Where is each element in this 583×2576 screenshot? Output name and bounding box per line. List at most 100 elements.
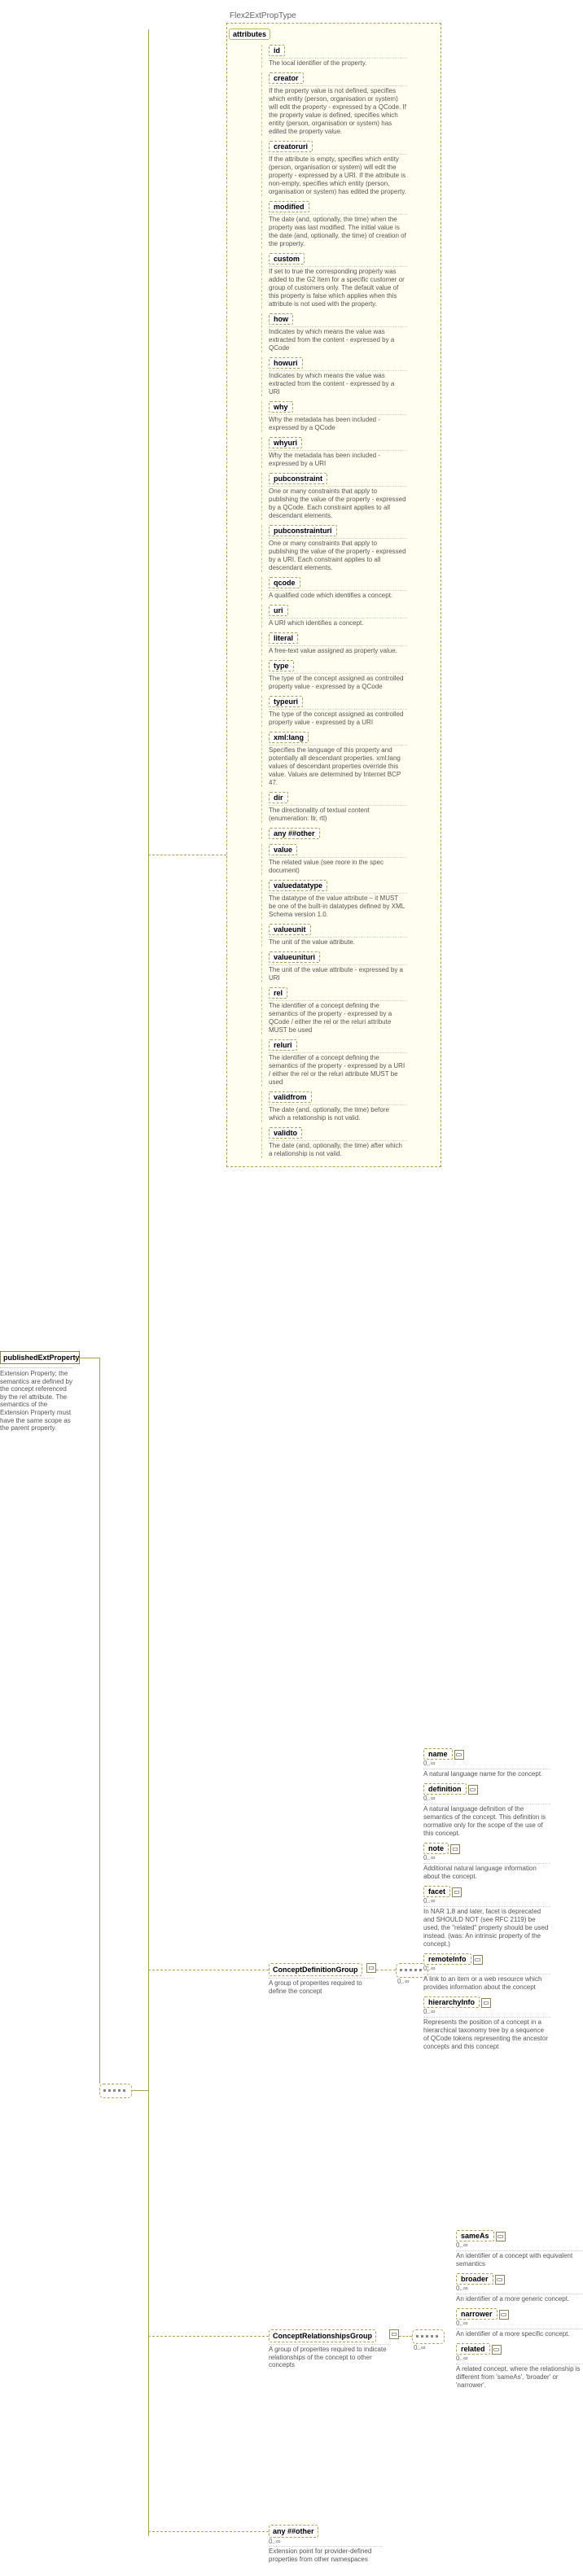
attribute-name: typeuri bbox=[269, 696, 303, 707]
child-name: narrower bbox=[456, 2308, 498, 2320]
type-header: Flex2ExtPropType bbox=[230, 11, 296, 20]
attribute-name: value bbox=[269, 844, 297, 855]
attribute-name: uri bbox=[269, 605, 288, 616]
occurrence: 0..∞ bbox=[423, 2008, 562, 2015]
attribute-row: whyWhy the metadata has been included - … bbox=[261, 401, 436, 432]
concept-relationships-group: ConceptRelationshipsGroup bbox=[269, 2329, 376, 2342]
occurrence-any: 0..∞ bbox=[269, 2538, 281, 2545]
attribute-description: If the attribute is empty, specifies whi… bbox=[269, 154, 407, 196]
child-name: remoteInfo bbox=[423, 1953, 471, 1965]
child-element: sameAs▭0..∞An identifier of a concept wi… bbox=[456, 2230, 570, 2268]
expand-icon[interactable]: ▭ bbox=[473, 1955, 483, 1965]
attribute-row: valueunituriThe unit of the value attrib… bbox=[261, 951, 436, 982]
attribute-row: typeuri The type of the concept assigned … bbox=[261, 696, 436, 727]
child-description: A related concept, where the relationshi… bbox=[456, 2364, 583, 2390]
expand-icon[interactable]: ▭ bbox=[468, 1785, 478, 1795]
attribute-name: valueunit bbox=[269, 924, 311, 935]
attribute-name: whyuri bbox=[269, 437, 302, 448]
expand-icon[interactable]: ▭ bbox=[452, 1887, 462, 1897]
attribute-description: The type of the concept assigned as cont… bbox=[269, 709, 407, 727]
any-other-element: any ##other bbox=[269, 2525, 318, 2538]
child-name: broader bbox=[456, 2273, 493, 2285]
attribute-name: valuedatatype bbox=[269, 880, 327, 891]
child-description: In NAR 1.8 and later, facet is deprecate… bbox=[423, 1906, 550, 1948]
child-element: definition▭0..∞A natural language defini… bbox=[423, 1783, 562, 1838]
attributes-header: attributes bbox=[229, 28, 270, 40]
child-description: An identifier of a concept with equivale… bbox=[456, 2250, 583, 2268]
diagram-canvas: Flex2ExtPropType publishedExtProperty Ex… bbox=[0, 0, 583, 2576]
attribute-row: typeThe type of the concept assigned as … bbox=[261, 660, 436, 691]
expand-icon[interactable]: ▭ bbox=[495, 2275, 505, 2285]
attribute-row: valuedatatype The datatype of the value a… bbox=[261, 880, 436, 919]
attribute-name: reluri bbox=[269, 1039, 297, 1051]
attribute-description: A qualified code which identifies a conc… bbox=[269, 590, 407, 600]
connector bbox=[148, 29, 149, 2536]
attribute-row: modified The date (and, optionally, the t… bbox=[261, 201, 436, 248]
expand-icon[interactable]: ▭ bbox=[496, 2232, 506, 2241]
attribute-row: whyuri Why the metadata has been included… bbox=[261, 437, 436, 468]
occurrence: 0..∞ bbox=[423, 1965, 562, 1972]
attribute-description: The date (and, optionally, the time) aft… bbox=[269, 1140, 407, 1158]
attribute-name: pubconstraint bbox=[269, 473, 327, 484]
attribute-row: customIf set to true the corresponding p… bbox=[261, 253, 436, 308]
expand-icon[interactable]: ▭ bbox=[366, 1963, 376, 1973]
attribute-row: howuriIndicates by which means the value… bbox=[261, 357, 436, 396]
attribute-description: The directionality of textual content (e… bbox=[269, 805, 407, 823]
occurrence-rel: 0..∞ bbox=[414, 2344, 426, 2351]
expand-icon[interactable]: ▭ bbox=[481, 1998, 491, 2008]
attribute-row: creatorIf the property value is not defi… bbox=[261, 72, 436, 136]
child-name: hierarchyInfo bbox=[423, 1997, 480, 2008]
child-description: A link to an item or a web resource whic… bbox=[423, 1974, 550, 1992]
attribute-name: xml:lang bbox=[269, 732, 309, 743]
attribute-description: If the property value is not defined, sp… bbox=[269, 85, 407, 136]
attribute-name: validto bbox=[269, 1127, 302, 1139]
attribute-row: relThe identifier of a concept defining … bbox=[261, 987, 436, 1034]
attribute-row: xml:langSpecifies the language of this p… bbox=[261, 732, 436, 787]
attribute-description: If set to true the corresponding propert… bbox=[269, 266, 407, 308]
attribute-name: creator bbox=[269, 72, 304, 84]
child-element: name▭0..∞ A natural language name for the… bbox=[423, 1748, 562, 1778]
attribute-name: qcode bbox=[269, 577, 300, 588]
attribute-name: any ##other bbox=[269, 828, 320, 839]
occurrence: 0..∞ bbox=[456, 2241, 570, 2249]
expand-icon[interactable]: ▭ bbox=[499, 2310, 509, 2320]
attribute-description: The date (and, optionally, the time) whe… bbox=[269, 214, 407, 248]
attribute-description: The related value (see more in the spec … bbox=[269, 857, 407, 875]
child-name: name bbox=[423, 1748, 453, 1760]
attribute-name: modified bbox=[269, 201, 309, 212]
expand-icon[interactable]: ▭ bbox=[450, 1844, 460, 1854]
child-description: A natural language definition of the sem… bbox=[423, 1804, 550, 1838]
attribute-row: reluriThe identifier of a concept defini… bbox=[261, 1039, 436, 1087]
child-description: A natural language name for the concept. bbox=[423, 1769, 550, 1778]
expand-icon[interactable]: ▭ bbox=[454, 1750, 464, 1760]
child-description: Represents the position of a concept in … bbox=[423, 2017, 550, 2051]
attribute-description: One or many constraints that apply to pu… bbox=[269, 538, 407, 572]
child-description: Additional natural language information … bbox=[423, 1863, 550, 1881]
attribute-description: Why the metadata has been included - exp… bbox=[269, 450, 407, 468]
occurrence: 0..∞ bbox=[456, 2355, 570, 2362]
attribute-description: The datatype of the value attribute – it… bbox=[269, 893, 407, 919]
attribute-row: idThe local identifier of the property. bbox=[261, 45, 436, 68]
attribute-row: validfromThe date (and, optionally, the … bbox=[261, 1091, 436, 1122]
attribute-row: validtoThe date (and, optionally, the ti… bbox=[261, 1127, 436, 1158]
attribute-name: pubconstrainturi bbox=[269, 525, 337, 536]
child-name: sameAs bbox=[456, 2230, 494, 2241]
child-element: note▭0..∞Additional natural language inf… bbox=[423, 1843, 562, 1881]
attribute-row: qcode A qualified code which identifies a… bbox=[261, 577, 436, 600]
occurrence: 0..∞ bbox=[423, 1760, 562, 1767]
expand-icon[interactable]: ▭ bbox=[389, 2329, 399, 2339]
group-desc-rel: A group of properites required to indica… bbox=[269, 2344, 391, 2369]
connector bbox=[132, 2090, 148, 2091]
attribute-description: The identifier of a concept defining the… bbox=[269, 1000, 407, 1034]
child-name: definition bbox=[423, 1783, 467, 1795]
concept-definition-group: ConceptDefinitionGroup bbox=[269, 1963, 362, 1976]
attribute-name: how bbox=[269, 313, 293, 325]
child-description: An identifier of a more specific concept… bbox=[456, 2329, 583, 2338]
attribute-row: dirThe directionality of textual content… bbox=[261, 792, 436, 823]
attribute-description: Indicates by which means the value was e… bbox=[269, 370, 407, 396]
root-element: publishedExtProperty bbox=[0, 1351, 80, 1364]
expand-icon[interactable]: ▭ bbox=[492, 2345, 502, 2355]
group-desc-any: Extension point for provider-defined pro… bbox=[269, 2546, 383, 2563]
child-element: facet▭0..∞In NAR 1.8 and later, facet is… bbox=[423, 1886, 562, 1948]
root-description: Extension Property; the semantics are de… bbox=[0, 1367, 73, 1432]
